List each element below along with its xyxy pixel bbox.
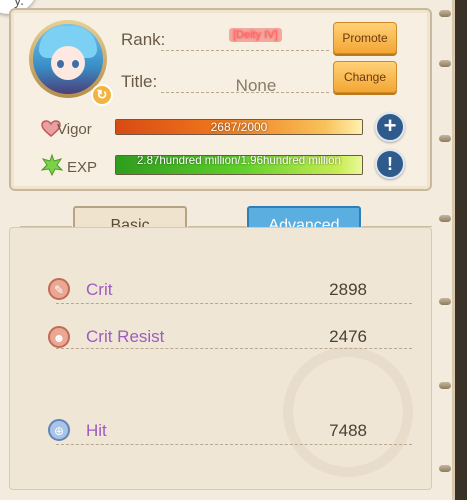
attributes-panel: ✎ Crit 2898 ☻ Crit Resist 2476 ⊕ Hit 748… <box>9 227 432 490</box>
exp-label: EXP <box>67 159 98 176</box>
exp-star-icon <box>41 154 63 176</box>
vigor-bar: 2687/2000 <box>115 119 363 135</box>
vigor-value: 2687/2000 <box>210 120 268 134</box>
promote-button[interactable]: Promote <box>333 22 397 54</box>
avatar <box>33 24 103 94</box>
crit-resist-icon: ☻ <box>48 326 70 348</box>
rank-value: [Deity IV] <box>229 28 282 42</box>
profile-card: ↻ Rank: [Deity IV] Promote Title: None C… <box>9 8 432 191</box>
rank-label: Rank: <box>121 30 166 49</box>
title-value: None <box>235 76 277 95</box>
hit-icon: ⊕ <box>48 419 70 441</box>
attr-value-crit-resist: 2476 <box>329 327 367 346</box>
row-divider <box>56 348 412 349</box>
background-watermark <box>283 347 413 477</box>
attr-name-crit-resist: Crit Resist <box>86 327 165 346</box>
change-title-button[interactable]: Change <box>333 61 397 93</box>
row-divider <box>56 444 412 445</box>
exp-info-button[interactable]: ! <box>375 149 405 179</box>
vigor-label: Vigor <box>57 121 92 138</box>
attr-name-hit: Hit <box>86 421 107 440</box>
rank-divider <box>161 50 329 51</box>
attr-value-hit: 7488 <box>329 421 367 440</box>
add-vigor-button[interactable]: + <box>375 112 405 142</box>
exp-value: 2.87hundred million/1.96hundred million <box>137 155 341 167</box>
crit-icon: ✎ <box>48 278 70 300</box>
notebook-page: y. ↻ Rank: [Deity IV] Promote Title: Non… <box>0 0 455 500</box>
plus-icon: + <box>383 113 397 138</box>
attr-value-crit: 2898 <box>329 280 367 299</box>
attr-name-crit: Crit <box>86 280 113 299</box>
title-label: Title: <box>121 72 158 91</box>
speech-bubble-text: y. <box>14 0 24 8</box>
row-divider <box>56 303 412 304</box>
exclamation-icon: ! <box>387 154 393 174</box>
binder-rings <box>438 0 452 500</box>
change-avatar-icon[interactable]: ↻ <box>91 84 113 106</box>
exp-bar: 2.87hundred million/1.96hundred million <box>115 155 363 175</box>
